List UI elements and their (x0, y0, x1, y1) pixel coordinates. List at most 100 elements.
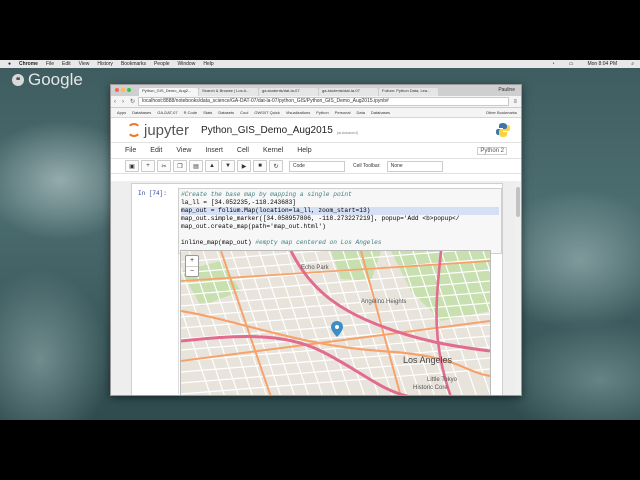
code-line-highlighted: map_out = folium.Map(location=la_ll, zoo… (181, 207, 499, 215)
battery-icon[interactable]: ▭ (569, 61, 574, 67)
code-comment: #empty map centered on Los Angeles (255, 239, 382, 246)
paste-icon: ▤ (193, 163, 199, 170)
map-output[interactable]: + − Angelino Heights Los Angeles Little … (180, 250, 491, 395)
map-label-historic-core: Historic Core (413, 385, 448, 391)
cell-type-select[interactable]: Code (289, 160, 345, 172)
copy-icon: ❐ (177, 163, 183, 170)
cut-button[interactable]: ✂ (157, 160, 171, 172)
map-marker-icon[interactable] (331, 321, 343, 337)
code-editor[interactable]: #Create the base map by mapping a single… (178, 188, 502, 254)
menu-view[interactable]: View (176, 147, 191, 154)
code-line: inline_map(map_out) #empty map centered … (181, 239, 499, 247)
page-scrollbar[interactable] (515, 181, 521, 395)
notebook-name[interactable]: Python_GIS_Demo_Aug2015 (201, 125, 333, 136)
bookmark-item[interactable]: Datasets (218, 110, 234, 115)
tab-notebook[interactable]: Python_GIS_Demo_Aug2... (139, 88, 198, 96)
clock[interactable]: Mon 8:04 PM (587, 61, 617, 67)
letterbox-bottom (0, 420, 640, 480)
zoom-window-icon[interactable] (127, 88, 131, 92)
tab-ga-students-2[interactable]: ga-students/dat-la-07 (319, 88, 378, 96)
app-name[interactable]: Chrome (19, 61, 38, 67)
window-controls (115, 88, 131, 92)
url-input[interactable]: localhost:8888/notebooks/data_science/GA… (138, 97, 510, 106)
copy-button[interactable]: ❐ (173, 160, 187, 172)
add-cell-button[interactable]: + (141, 160, 155, 172)
menu-insert[interactable]: Insert (205, 147, 223, 154)
code-line: map_out.simple_marker([34.058957806, -11… (181, 215, 499, 223)
menu-file[interactable]: File (125, 147, 136, 154)
code-comment: #Create the base map by mapping a single… (181, 191, 352, 198)
os-menu-view[interactable]: View (79, 61, 90, 67)
run-button[interactable]: ▶ (237, 160, 251, 172)
bookmark-item[interactable]: GWS/IT Quick (254, 110, 279, 115)
wifi-icon[interactable]: ◔ (552, 61, 555, 67)
bookmark-item[interactable]: Personal (335, 110, 351, 115)
paste-button[interactable]: ▤ (189, 160, 203, 172)
save-button[interactable]: ▣ (125, 160, 139, 172)
kernel-indicator[interactable]: Python 2 (477, 146, 507, 155)
os-menu-people[interactable]: People (154, 61, 170, 67)
code-text: map_out = folium.Map(location=la_ll, zoo… (181, 207, 371, 214)
os-menu-window[interactable]: Window (178, 61, 196, 67)
bookmark-item[interactable]: Databases (371, 110, 390, 115)
tab-search-browse[interactable]: Search & Browse | Los A... (199, 88, 258, 96)
menu-kernel[interactable]: Kernel (263, 147, 283, 154)
forward-icon[interactable]: › (122, 99, 124, 105)
os-menu-file[interactable]: File (46, 61, 54, 67)
menu-help[interactable]: Help (297, 147, 311, 154)
notebook-area: In [74]: #Create the base map by mapping… (111, 181, 521, 395)
bookmark-item[interactable]: R Code (184, 110, 198, 115)
letterbox-top (0, 0, 640, 60)
jupyter-toolbar: ▣ + ✂ ❐ ▤ ▲ ▼ ▶ ■ ↻ Code Cell Toolbar: N… (111, 159, 521, 174)
bookmark-item[interactable]: Databases (132, 110, 151, 115)
cut-icon: ✂ (161, 163, 167, 170)
jupyter-logo[interactable]: jupyter (127, 122, 189, 139)
cell-prompt: In [74]: (138, 190, 167, 197)
code-line: la_ll = [34.052235,-118.243683] (181, 199, 499, 207)
bookmark-item[interactable]: Cool (240, 110, 248, 115)
stop-button[interactable]: ■ (253, 160, 267, 172)
move-down-button[interactable]: ▼ (221, 160, 235, 172)
bookmark-item[interactable]: Python (316, 110, 328, 115)
google-wordmark: Google (28, 70, 83, 89)
bookmark-item[interactable]: Apps (117, 110, 126, 115)
chrome-menu-icon[interactable]: ≡ (513, 99, 517, 105)
zoom-control: + − (185, 255, 199, 277)
scrollbar-thumb[interactable] (516, 187, 520, 217)
python-logo-icon (496, 123, 510, 137)
tab-folium[interactable]: Folium: Python Data, Lea... (379, 88, 438, 96)
zoom-out-button[interactable]: − (186, 267, 198, 277)
move-up-icon: ▲ (209, 163, 215, 169)
code-text: inline_map(map_out) (181, 239, 256, 246)
add-cell-icon: + (146, 163, 150, 169)
code-cell[interactable]: In [74]: #Create the base map by mapping… (131, 183, 503, 395)
restart-button[interactable]: ↻ (269, 160, 283, 172)
back-icon[interactable]: ‹ (114, 99, 116, 105)
tab-ga-students-1[interactable]: ga.students/dat-la-07 (259, 88, 318, 96)
close-window-icon[interactable] (115, 88, 119, 92)
tab-strip: Python_GIS_Demo_Aug2... Search & Browse … (111, 85, 521, 96)
bookmark-item[interactable]: GA-DAT-07 (157, 110, 177, 115)
menu-cell[interactable]: Cell (237, 147, 249, 154)
move-up-button[interactable]: ▲ (205, 160, 219, 172)
spotlight-icon[interactable]: ⌕ (631, 61, 634, 67)
os-menu-edit[interactable]: Edit (62, 61, 71, 67)
minimize-window-icon[interactable] (121, 88, 125, 92)
reload-icon[interactable]: ↻ (130, 98, 135, 105)
apple-icon[interactable]: ● (8, 61, 11, 67)
cell-toolbar-select[interactable]: None (386, 160, 443, 172)
os-menu-help[interactable]: Help (203, 61, 213, 67)
os-menu-history[interactable]: History (97, 61, 113, 67)
profile-name[interactable]: Pauline (498, 87, 515, 93)
bookmark-item[interactable]: Other Bookmarks (486, 110, 517, 115)
zoom-in-button[interactable]: + (186, 256, 198, 267)
menu-edit[interactable]: Edit (150, 147, 162, 154)
hangouts-icon: ❝ (12, 74, 24, 86)
map-label-little-tokyo: Little Tokyo (427, 377, 457, 383)
os-menubar: ● Chrome File Edit View History Bookmark… (0, 60, 640, 68)
bookmark-item[interactable]: Data (356, 110, 364, 115)
bookmark-item[interactable]: Stats (203, 110, 212, 115)
bookmark-item[interactable]: Visualizations (286, 110, 310, 115)
os-menu-bookmarks[interactable]: Bookmarks (121, 61, 146, 67)
google-overlay-logo: ❝ Google (12, 70, 83, 90)
